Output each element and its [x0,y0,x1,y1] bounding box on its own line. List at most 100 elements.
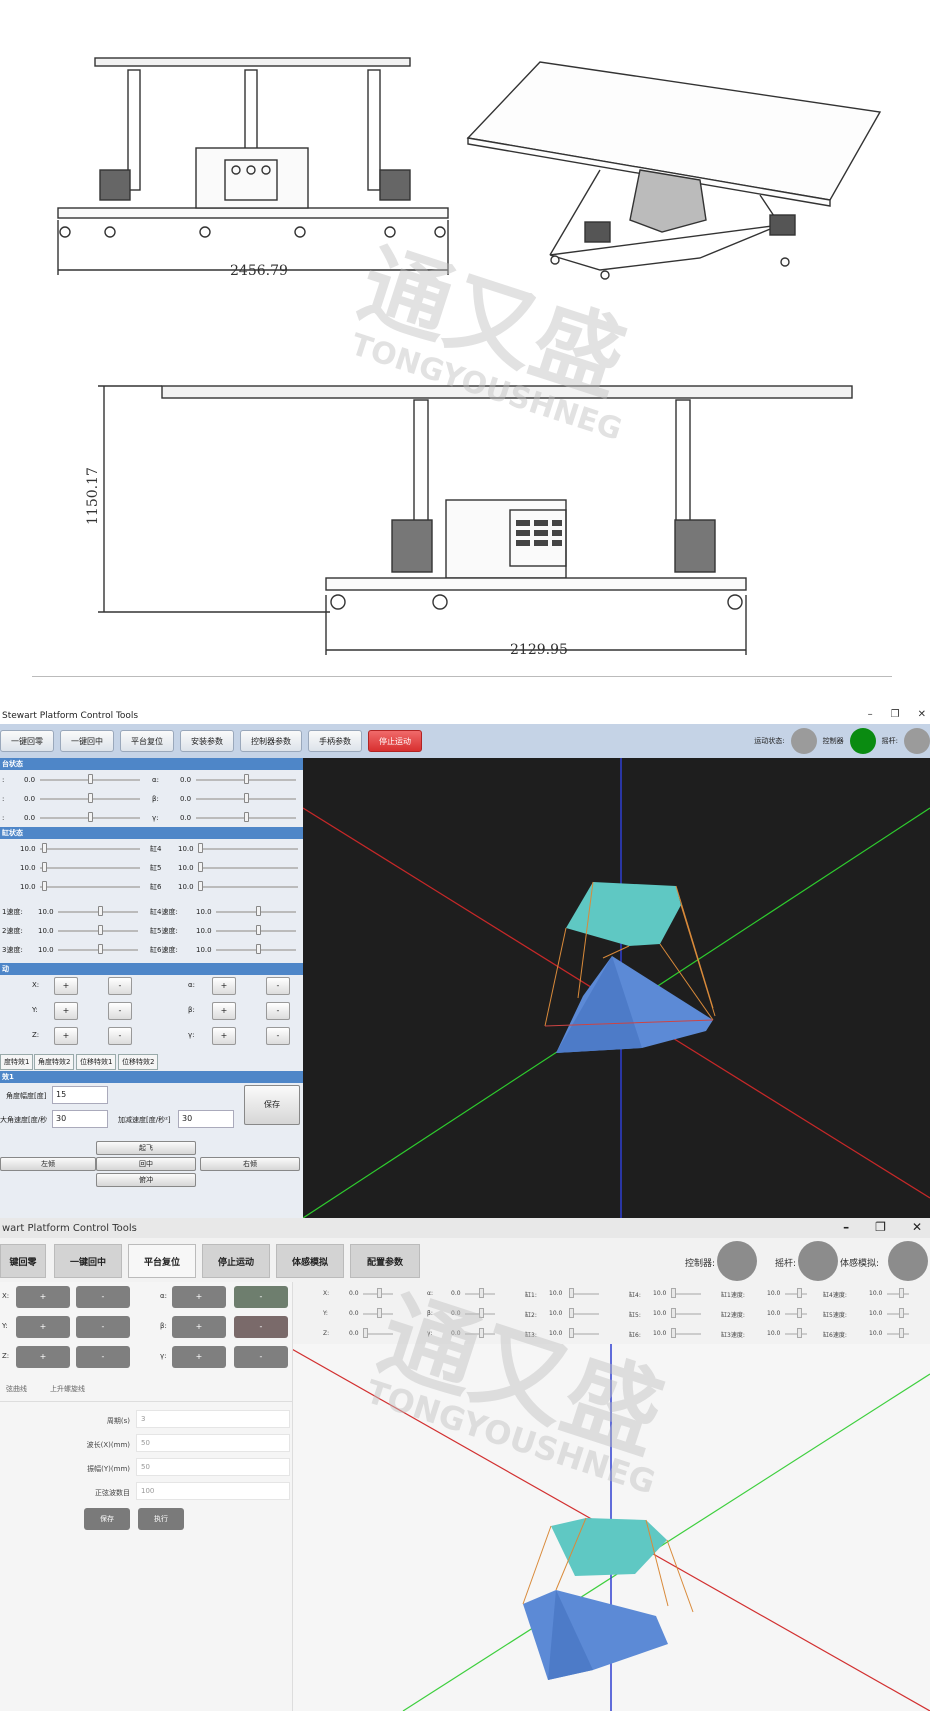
dive-button[interactable]: 俯冲 [96,1173,196,1187]
stop-motion-button[interactable]: 停止运动 [368,730,422,752]
jog-beta-minus-button[interactable]: - [234,1316,288,1338]
controller-params-button[interactable]: 控制器参数 [240,730,302,752]
jog-y-minus-button[interactable]: - [108,1002,132,1020]
center-button[interactable]: 回中 [96,1157,196,1171]
3d-viewport-light[interactable] [293,1344,930,1711]
tab-shift-effect-2[interactable]: 位移特效2 [118,1054,159,1070]
restore-icon[interactable]: ❐ [875,1220,886,1234]
pose-slider-knob[interactable] [377,1308,382,1318]
jog-beta-plus-button[interactable]: + [172,1316,226,1338]
pose-slider-knob[interactable] [244,812,249,822]
speed-slider-knob[interactable] [256,944,261,954]
restore-icon[interactable]: ❐ [891,709,900,720]
accel-input[interactable]: 30 [178,1110,234,1128]
jog-y-minus-button[interactable]: - [76,1316,130,1338]
jog-beta-minus-button[interactable]: - [266,1002,290,1020]
jog-alpha-minus-button[interactable]: - [234,1286,288,1308]
pose-slider-knob[interactable] [88,774,93,784]
pose-slider-knob[interactable] [479,1288,484,1298]
close-icon[interactable]: ✕ [912,1220,922,1234]
wavelength-input[interactable]: 50 [136,1434,290,1452]
cylinder-value: 10.0 [178,863,194,872]
motion-sim-button[interactable]: 体感模拟 [276,1244,344,1278]
pose-slider-knob[interactable] [88,793,93,803]
jog-gamma-minus-button[interactable]: - [234,1346,288,1368]
amplitude-input[interactable]: 50 [136,1458,290,1476]
tilt-left-button[interactable]: 左倾 [0,1157,96,1171]
run-button[interactable]: 执行 [138,1508,184,1530]
jog-z-plus-button[interactable]: + [16,1346,70,1368]
jog-alpha-minus-button[interactable]: - [266,977,290,995]
joystick-params-button[interactable]: 手柄参数 [308,730,362,752]
jog-x-minus-button[interactable]: - [108,977,132,995]
home-zero-button[interactable]: 一键回零 [0,730,54,752]
speed-slider-knob[interactable] [98,925,103,935]
speed-slider-knob[interactable] [899,1308,904,1318]
tilt-right-button[interactable]: 右倾 [200,1157,300,1171]
tab-angle-effect-2[interactable]: 角度特效2 [34,1054,75,1070]
jog-y-plus-button[interactable]: + [16,1316,70,1338]
speed-slider-knob[interactable] [899,1288,904,1298]
speed-slider[interactable] [785,1333,807,1335]
takeoff-button[interactable]: 起飞 [96,1141,196,1155]
cylinder-label: 缸4: [629,1292,641,1299]
stop-motion-button[interactable]: 停止运动 [202,1244,270,1278]
jog-alpha-plus-button[interactable]: + [212,977,236,995]
speed-slider-knob[interactable] [797,1308,802,1318]
tab-angle-effect-1[interactable]: 度特效1 [0,1054,34,1070]
jog-beta-plus-button[interactable]: + [212,1002,236,1020]
jog-x-minus-button[interactable]: - [76,1286,130,1308]
speed-slider[interactable] [785,1313,807,1315]
close-icon[interactable]: ✕ [918,709,926,720]
jog-gamma-minus-button[interactable]: - [266,1027,290,1045]
home-zero-button[interactable]: 键回零 [0,1244,46,1278]
pose-slider-knob[interactable] [244,774,249,784]
home-center-button[interactable]: 一键回中 [54,1244,122,1278]
speed-slider[interactable] [887,1313,909,1315]
speed-slider-knob[interactable] [797,1328,802,1338]
install-params-button[interactable]: 安装参数 [180,730,234,752]
jog-z-minus-button[interactable]: - [76,1346,130,1368]
jog-z-plus-button[interactable]: + [54,1027,78,1045]
speed-slider-knob[interactable] [256,906,261,916]
home-center-button[interactable]: 一键回中 [60,730,114,752]
pose-slider-knob[interactable] [479,1308,484,1318]
pose-slider-knob[interactable] [377,1288,382,1298]
jog-z-minus-button[interactable]: - [108,1027,132,1045]
speed-slider-knob[interactable] [98,906,103,916]
speed-slider-knob[interactable] [899,1328,904,1338]
jog-x-plus-button[interactable]: + [16,1286,70,1308]
pose-slider-knob[interactable] [363,1328,368,1338]
speed-slider-knob[interactable] [256,925,261,935]
minimize-icon[interactable]: – [868,709,873,720]
platform-reset-button[interactable]: 平台复位 [128,1244,196,1278]
speed-slider[interactable] [887,1293,909,1295]
speed-slider-knob[interactable] [797,1288,802,1298]
pose-slider-knob[interactable] [244,793,249,803]
jog-alpha-plus-button[interactable]: + [172,1286,226,1308]
speed-slider-knob[interactable] [98,944,103,954]
cylinder-section-header: 缸状态 [0,827,303,839]
jog-gamma-plus-button[interactable]: + [212,1027,236,1045]
wave-count-input[interactable]: 100 [136,1482,290,1500]
config-params-button[interactable]: 配置参数 [350,1244,420,1278]
jog-y-plus-button[interactable]: + [54,1002,78,1020]
platform-reset-button[interactable]: 平台复位 [120,730,174,752]
jog-gamma-plus-button[interactable]: + [172,1346,226,1368]
speed-slider[interactable] [887,1333,909,1335]
tab-shift-effect-1[interactable]: 位移特效1 [76,1054,117,1070]
max-speed-input[interactable]: 30 [52,1110,108,1128]
save-button[interactable]: 保存 [244,1085,300,1125]
3d-viewport-dark[interactable] [303,758,930,1218]
save-button[interactable]: 保存 [84,1508,130,1530]
cylinder-slider [40,867,140,869]
period-input[interactable]: 3 [136,1410,290,1428]
minimize-icon[interactable]: – [843,1220,849,1234]
angle-input[interactable]: 15 [52,1086,108,1104]
tab-spiral-up[interactable]: 上升螺旋线 [44,1378,91,1400]
pose-slider-knob[interactable] [479,1328,484,1338]
pose-slider-knob[interactable] [88,812,93,822]
tab-sine-curve[interactable]: 弦曲线 [0,1378,33,1400]
speed-slider[interactable] [785,1293,807,1295]
jog-x-plus-button[interactable]: + [54,977,78,995]
